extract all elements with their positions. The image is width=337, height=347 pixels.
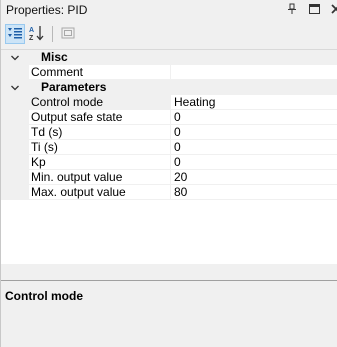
- grid-empty-area: [1, 264, 337, 276]
- close-icon[interactable]: [330, 3, 337, 15]
- description-pane: Control mode: [1, 280, 337, 347]
- properties-toolbar: A Z: [1, 22, 337, 46]
- property-row-comment[interactable]: Comment: [1, 65, 337, 80]
- categorized-icon: [7, 25, 23, 44]
- property-name: Min. output value: [29, 170, 171, 185]
- property-row-control-mode[interactable]: Control mode Heating: [1, 95, 337, 110]
- category-label: Parameters: [1, 80, 337, 95]
- property-grid: Misc Comment Parameters Control mode Hea…: [1, 49, 337, 264]
- property-row-kp[interactable]: Kp 0: [1, 155, 337, 170]
- svg-text:Z: Z: [29, 35, 34, 41]
- property-name: Control mode: [29, 95, 171, 110]
- panel-titlebar: Properties: PID: [1, 0, 337, 20]
- property-value[interactable]: 0: [171, 110, 337, 125]
- categorized-button[interactable]: [5, 24, 25, 44]
- property-value[interactable]: 0: [171, 125, 337, 140]
- property-row-ti[interactable]: Ti (s) 0: [1, 140, 337, 155]
- property-value[interactable]: Heating: [171, 95, 337, 110]
- category-row-misc[interactable]: Misc: [1, 50, 337, 65]
- category-label: Misc: [1, 50, 337, 65]
- property-name: Td (s): [29, 125, 171, 140]
- property-value[interactable]: [171, 65, 337, 80]
- chevron-down-icon[interactable]: [10, 82, 20, 92]
- properties-panel: Properties: PID A Z Misc Comment Paramet…: [0, 0, 337, 347]
- property-row-min-output-value[interactable]: Min. output value 20: [1, 170, 337, 185]
- property-pages-button[interactable]: [58, 24, 78, 44]
- property-value[interactable]: 0: [171, 155, 337, 170]
- svg-text:A: A: [29, 27, 34, 34]
- alphabetical-button[interactable]: A Z: [27, 24, 47, 44]
- panel-title: Properties: PID: [6, 3, 88, 17]
- pin-icon[interactable]: [286, 3, 298, 15]
- property-name: Max. output value: [29, 185, 171, 200]
- property-row-max-output-value[interactable]: Max. output value 80: [1, 185, 337, 200]
- title-controls: [286, 3, 337, 15]
- property-name: Kp: [29, 155, 171, 170]
- description-title: Control mode: [5, 289, 83, 303]
- property-value[interactable]: 80: [171, 185, 337, 200]
- property-name: Ti (s): [29, 140, 171, 155]
- property-value[interactable]: 0: [171, 140, 337, 155]
- chevron-down-icon[interactable]: [10, 52, 20, 62]
- property-row-output-safe-state[interactable]: Output safe state 0: [1, 110, 337, 125]
- sort-az-icon: A Z: [29, 25, 45, 44]
- toolbar-separator: [52, 26, 53, 42]
- property-name: Output safe state: [29, 110, 171, 125]
- property-row-td[interactable]: Td (s) 0: [1, 125, 337, 140]
- property-name: Comment: [29, 65, 171, 80]
- property-value[interactable]: 20: [171, 170, 337, 185]
- category-row-parameters[interactable]: Parameters: [1, 80, 337, 95]
- maximize-icon[interactable]: [308, 3, 320, 15]
- property-pages-icon: [61, 26, 75, 43]
